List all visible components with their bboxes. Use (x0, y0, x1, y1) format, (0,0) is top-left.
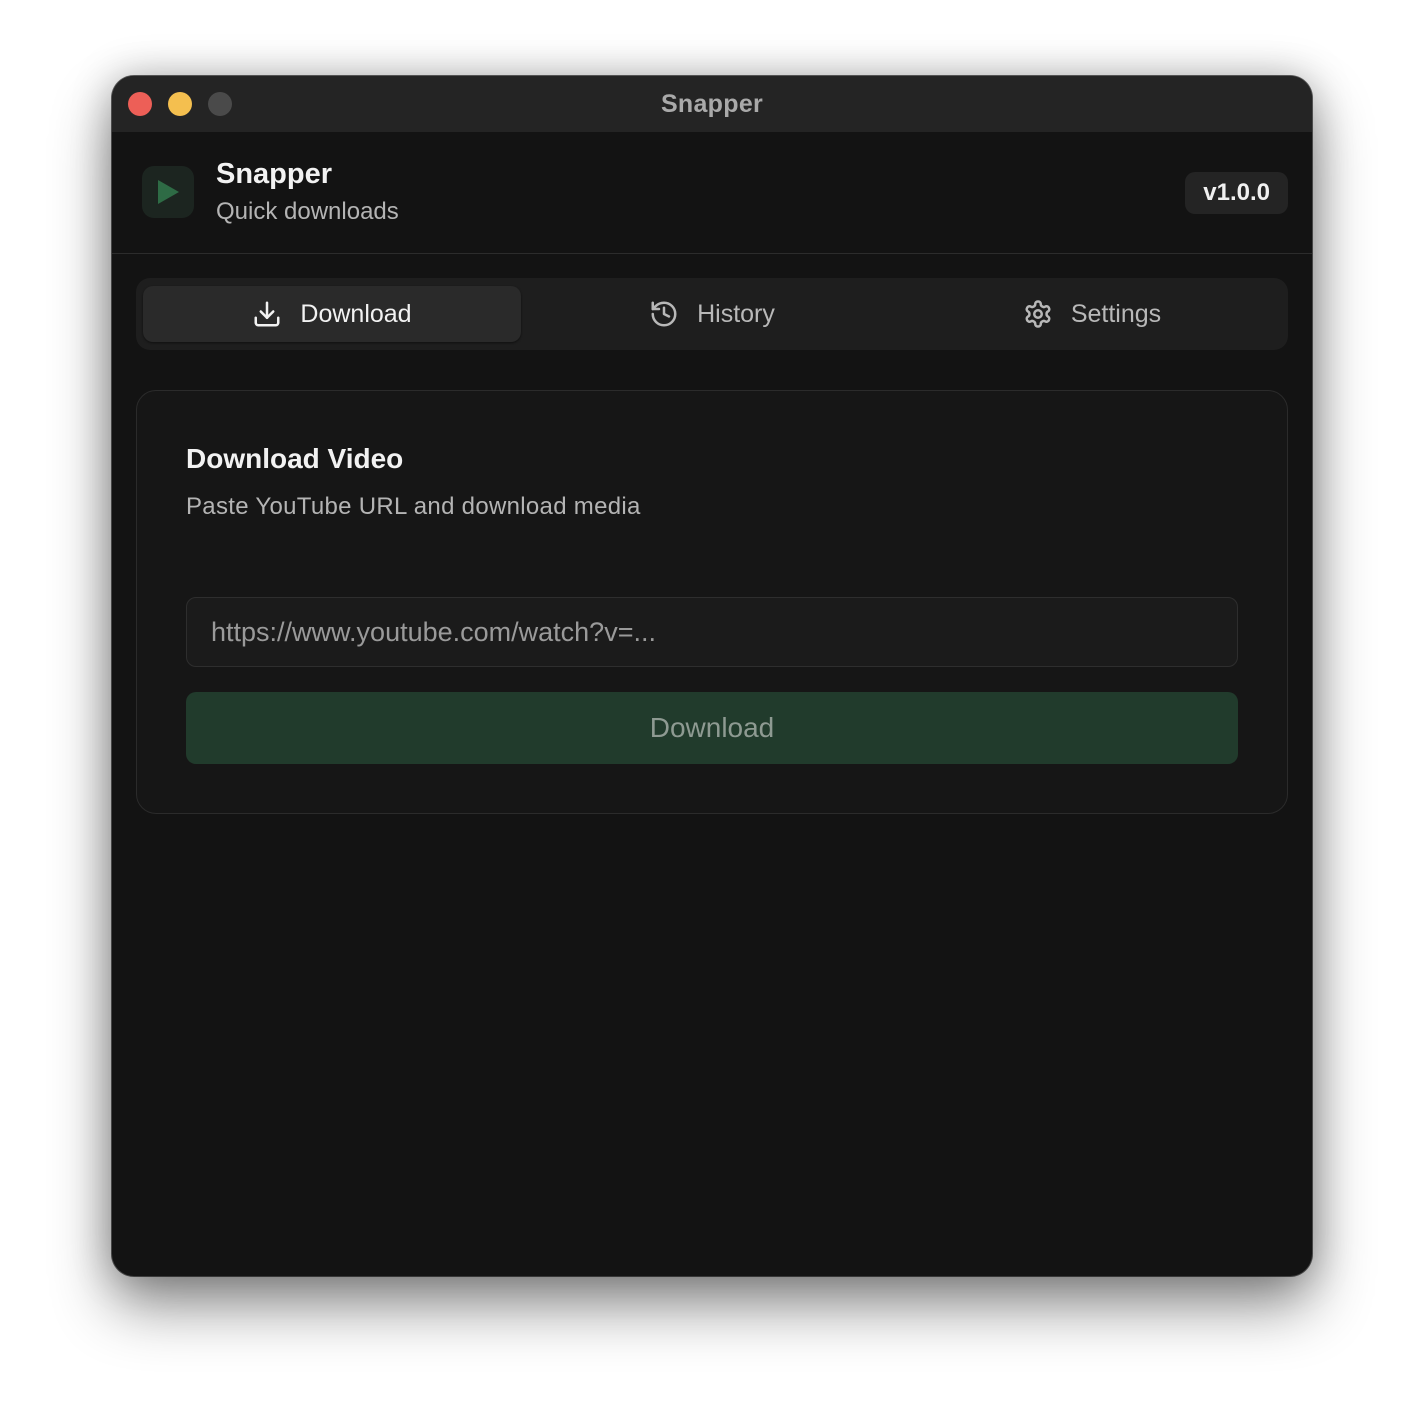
tab-history-label: History (697, 299, 775, 328)
tab-history[interactable]: History (523, 286, 901, 342)
tab-download[interactable]: Download (143, 286, 521, 342)
app-name: Snapper (216, 158, 333, 190)
window-title: Snapper (660, 90, 764, 118)
card-subtitle: Paste YouTube URL and download media (186, 493, 641, 520)
download-card: Download Video Paste YouTube URL and dow… (136, 390, 1288, 814)
app-header: Snapper Quick downloads v1.0.0 (112, 132, 1312, 254)
play-icon (158, 180, 179, 204)
card-title: Download Video (186, 443, 404, 474)
version-badge: v1.0.0 (1185, 172, 1288, 214)
gear-icon (1025, 300, 1051, 328)
app-logo (142, 166, 194, 218)
app-window: Snapper Snapper Quick downloads v1.0.0 D… (112, 76, 1312, 1276)
download-icon (254, 301, 280, 327)
tab-download-label: Download (300, 299, 412, 328)
tab-settings[interactable]: Settings (903, 286, 1281, 342)
download-button[interactable]: Download (186, 692, 1238, 764)
app-tagline: Quick downloads (216, 198, 399, 225)
tab-settings-label: Settings (1070, 299, 1162, 328)
tab-bar: Download History Settings (136, 278, 1288, 350)
url-input[interactable] (186, 597, 1238, 667)
title-bar[interactable]: Snapper (112, 76, 1312, 132)
history-icon (651, 301, 677, 327)
